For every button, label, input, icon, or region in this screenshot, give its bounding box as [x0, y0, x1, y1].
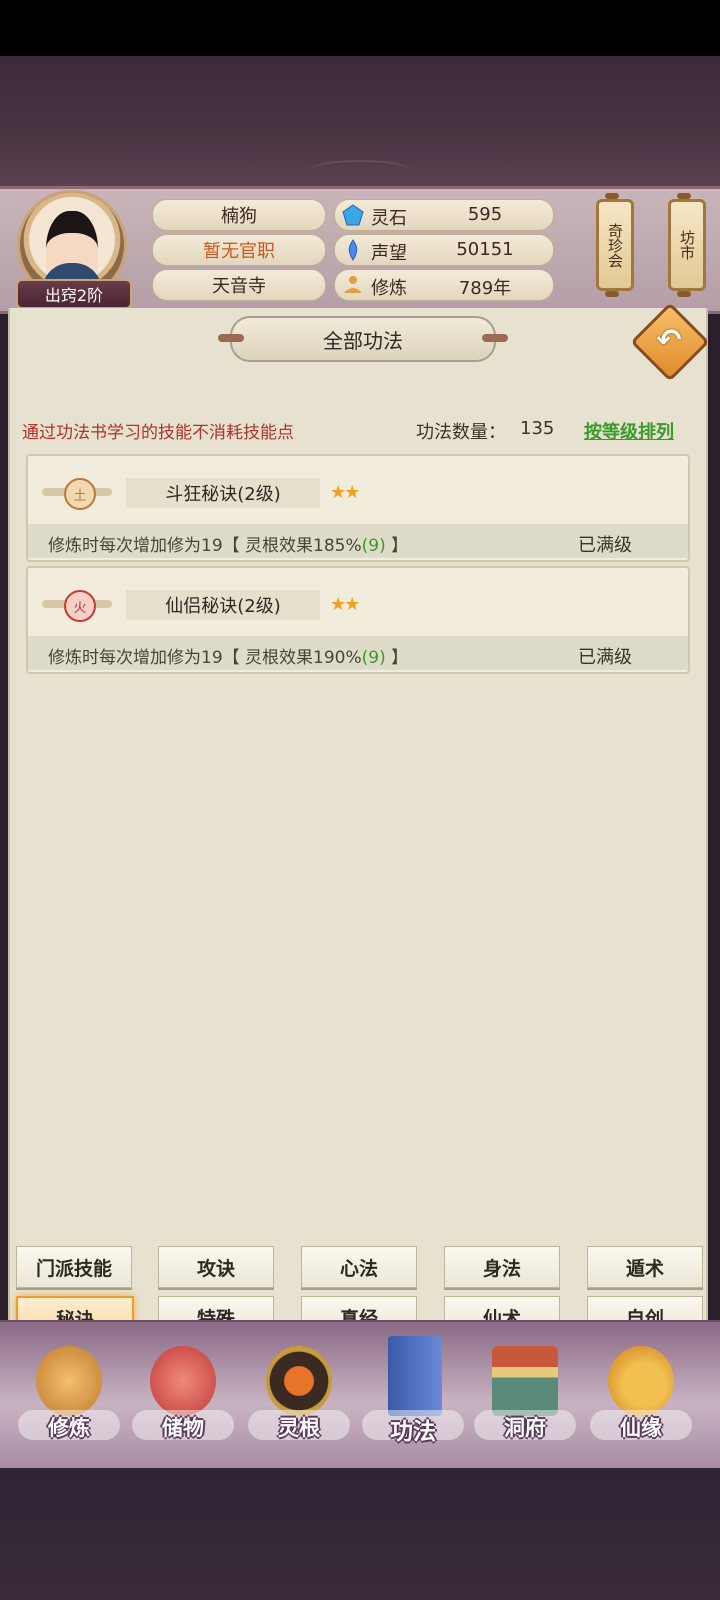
- cave-palace-icon: [492, 1346, 558, 1416]
- bottom-background: [0, 1468, 720, 1600]
- element-badge: 土: [42, 474, 112, 510]
- skill-name: 仙侣秘诀(2级): [126, 590, 320, 620]
- book-icon: [388, 1336, 442, 1416]
- rare-treasure-button[interactable]: 奇珍会: [596, 193, 634, 297]
- fire-element-icon: 火: [64, 590, 96, 622]
- nav-cultivate[interactable]: 修炼: [14, 1332, 124, 1460]
- spirit-root-icon: [266, 1346, 332, 1416]
- desc-highlight: (9): [361, 536, 386, 556]
- spirit-stone-icon: [342, 204, 364, 226]
- resource-reputation: 声望 50151: [334, 234, 554, 266]
- nav-label: 仙缘: [620, 1416, 662, 1440]
- resource-label: 灵石: [371, 208, 407, 229]
- panel-title: 全部功法: [218, 316, 508, 362]
- rare-treasure-label: 奇珍会: [606, 222, 624, 268]
- resource-value: 789年: [458, 278, 512, 299]
- cultivation-icon: [344, 276, 362, 293]
- scene-background: [0, 56, 720, 186]
- resource-spirit-stone: 灵石 595: [334, 199, 554, 231]
- nav-cave[interactable]: 洞府: [470, 1332, 580, 1460]
- notice-text: 通过功法书学习的技能不消耗技能点: [22, 423, 294, 443]
- earth-element-icon: 土: [64, 478, 96, 510]
- status-bar: [0, 0, 720, 56]
- nav-label: 洞府: [504, 1416, 546, 1440]
- bottom-nav: 修炼 储物 灵根 功法 洞府 仙缘: [0, 1320, 720, 1473]
- nav-fate[interactable]: 仙缘: [586, 1332, 696, 1460]
- sort-by-level-link[interactable]: 按等级排列: [584, 418, 674, 444]
- nav-skills[interactable]: 功法: [358, 1332, 468, 1460]
- market-label: 坊市: [678, 230, 696, 260]
- market-button[interactable]: 坊市: [668, 193, 706, 297]
- tab-escape[interactable]: 遁术: [587, 1246, 703, 1288]
- player-name: 楠狗: [152, 199, 326, 231]
- skill-card[interactable]: 火 仙侣秘诀(2级) ★★ 修炼时每次增加修为19【 灵根效果190%(9) 】…: [26, 566, 690, 674]
- nav-label: 储物: [162, 1416, 204, 1440]
- back-arrow-icon: ↶: [656, 323, 682, 358]
- skill-name: 斗狂秘诀(2级): [126, 478, 320, 508]
- skill-description: 修炼时每次增加修为19【 灵根效果185%(9) 】: [48, 531, 408, 556]
- skill-description: 修炼时每次增加修为19【 灵根效果190%(9) 】: [48, 643, 408, 668]
- resource-label: 修炼: [371, 278, 407, 299]
- resource-cultivation: 修炼 789年: [334, 269, 554, 301]
- sect-name: 天音寺: [152, 269, 326, 301]
- skill-count-value: 135: [520, 418, 555, 439]
- official-title: 暂无官职: [152, 234, 326, 266]
- rank-badge: 出窍2阶: [16, 279, 132, 309]
- desc-highlight: (9): [361, 648, 386, 668]
- tab-mind-method[interactable]: 心法: [301, 1246, 417, 1288]
- nav-spirit-root[interactable]: 灵根: [244, 1332, 354, 1460]
- nav-label: 修炼: [48, 1416, 90, 1440]
- skills-panel: 全部功法 ↶ 通过功法书学习的技能不消耗技能点 功法数量： 135 按等级排列 …: [8, 302, 710, 1320]
- star-rating: ★★: [330, 594, 360, 615]
- nav-storage[interactable]: 储物: [128, 1332, 238, 1460]
- skill-count-label: 功法数量：: [416, 422, 506, 443]
- tab-sect-skills[interactable]: 门派技能: [16, 1246, 132, 1288]
- meditating-monk-icon: [36, 1346, 102, 1416]
- desc-end: 】: [385, 648, 409, 668]
- desc-text: 修炼时每次增加修为19【 灵根效果185%: [48, 536, 362, 556]
- nav-label: 功法: [390, 1419, 436, 1445]
- skill-status: 已满级: [578, 535, 632, 556]
- resource-value: 595: [467, 204, 503, 225]
- nav-label: 灵根: [278, 1416, 320, 1440]
- reputation-icon: [348, 239, 358, 261]
- skill-status: 已满级: [578, 647, 632, 668]
- storage-bag-icon: [150, 1346, 216, 1416]
- desc-text: 修炼时每次增加修为19【 灵根效果190%: [48, 648, 362, 668]
- desc-end: 】: [385, 536, 409, 556]
- element-badge: 火: [42, 586, 112, 622]
- gourd-icon: [608, 1346, 674, 1416]
- ornament-decoration: [310, 160, 410, 180]
- resource-value: 50151: [456, 239, 514, 260]
- tab-attack[interactable]: 攻诀: [158, 1246, 274, 1288]
- skill-card[interactable]: 土 斗狂秘诀(2级) ★★ 修炼时每次增加修为19【 灵根效果185%(9) 】…: [26, 454, 690, 562]
- star-rating: ★★: [330, 482, 360, 503]
- player-header: 出窍2阶 楠狗 暂无官职 天音寺 灵石 595 声望 50151 修炼 789年…: [0, 186, 720, 314]
- tab-movement[interactable]: 身法: [444, 1246, 560, 1288]
- resource-label: 声望: [371, 243, 407, 264]
